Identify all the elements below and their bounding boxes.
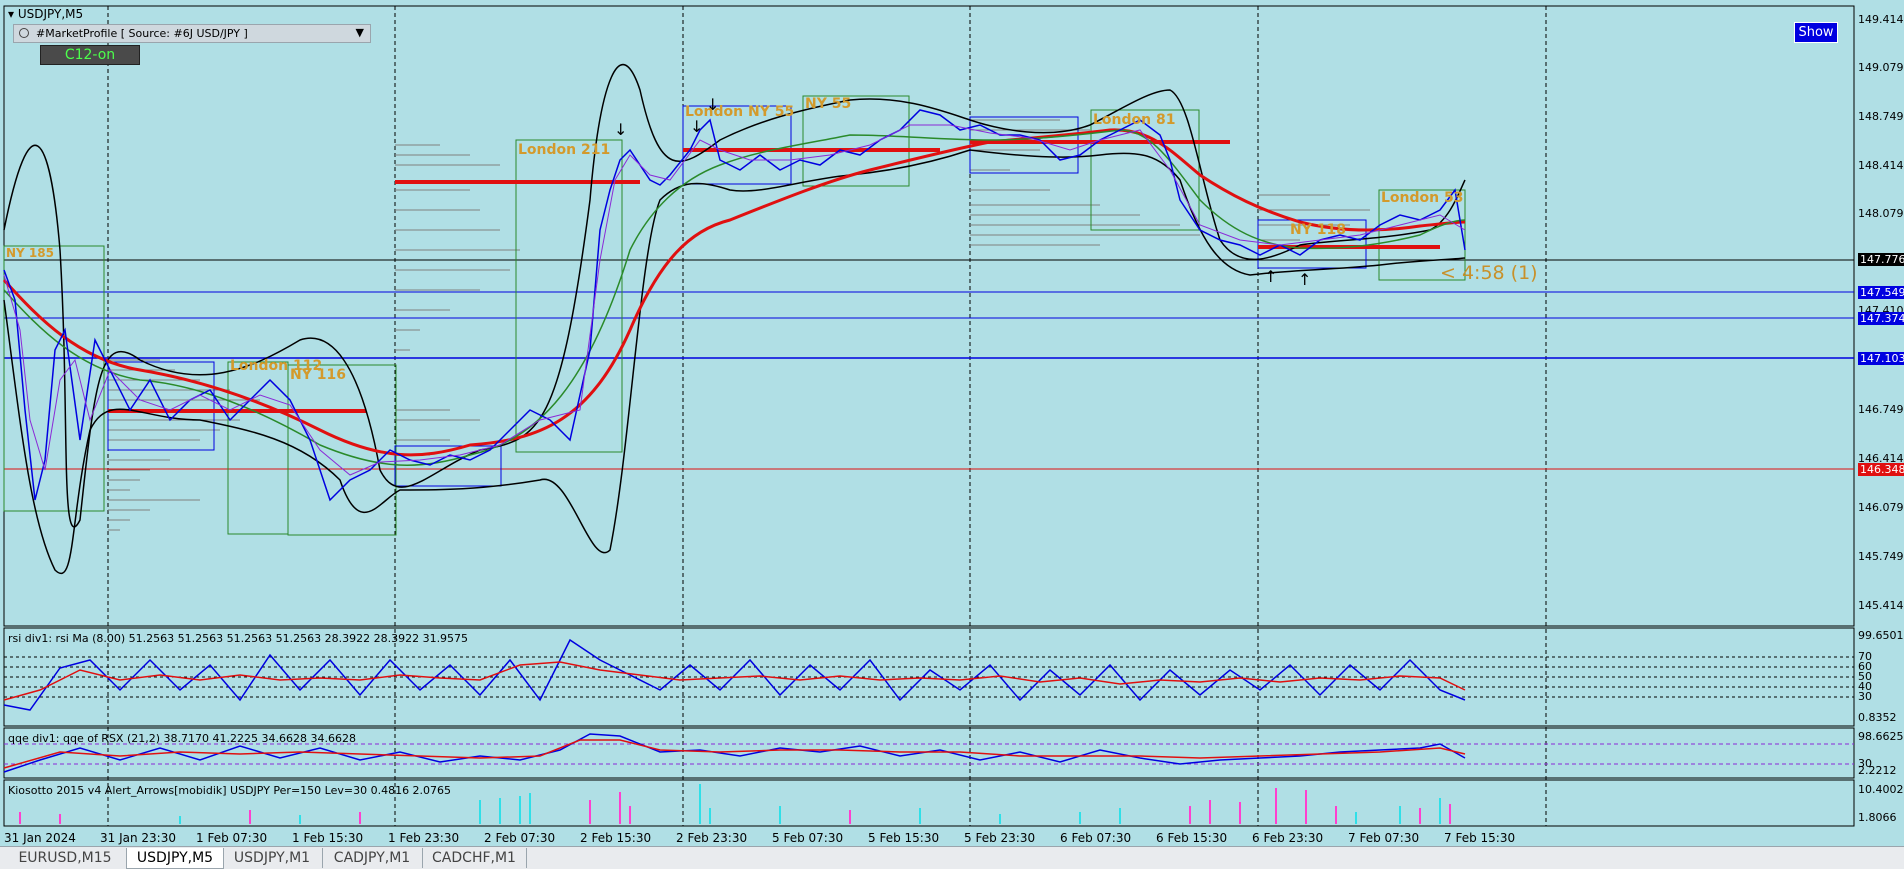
svg-text:↑: ↑ (1298, 270, 1311, 289)
show-button[interactable]: Show (1794, 22, 1838, 43)
tab-eurusd-m15[interactable]: EURUSD,M15 (4, 848, 127, 868)
time-axis-label: 6 Feb 07:30 (1060, 831, 1132, 845)
time-axis-label: 6 Feb 15:30 (1156, 831, 1228, 845)
dropdown-arrow-icon[interactable]: ▼ (356, 26, 364, 39)
session-label: London 53 (1381, 190, 1464, 206)
market-profile-indicator-bar[interactable]: #MarketProfile [ Source: #6J USD/JPY ] ▼ (13, 24, 371, 43)
symbol-title: ▾ USDJPY,M5 (8, 7, 84, 21)
price-tag-level: 147.374 (1858, 312, 1904, 325)
session-label: London NY 55 (685, 104, 795, 120)
price-axis-label: 148.079 (1858, 207, 1904, 220)
price-axis-label: 149.414 (1858, 13, 1904, 26)
price-tag-level: 147.103 (1858, 352, 1904, 365)
chart-tab-bar: EURUSD,M15 USDJPY,M5 USDJPY,M1 CADJPY,M1… (0, 846, 1904, 869)
price-axis-label: 148.414 (1858, 159, 1904, 172)
session-label: NY 116 (290, 367, 346, 383)
price-axis-label: 146.079 (1858, 501, 1904, 514)
tab-usdjpy-m1[interactable]: USDJPY,M1 (222, 848, 323, 868)
time-axis-label: 1 Feb 07:30 (196, 831, 268, 845)
kiosotto-axis-label: 1.8066 (1858, 811, 1897, 824)
time-axis-label: 7 Feb 07:30 (1348, 831, 1420, 845)
session-label: London 81 (1093, 112, 1176, 128)
chart-canvas[interactable]: ↓ ↓ ↓ ↑ ↑ (0, 0, 1904, 846)
session-label: NY 118 (1290, 222, 1346, 238)
tab-usdjpy-m5[interactable]: USDJPY,M5 (126, 848, 224, 869)
session-label: London 211 (518, 142, 611, 158)
tab-cadjpy-m1[interactable]: CADJPY,M1 (322, 848, 423, 868)
session-label: NY 55 (805, 96, 852, 112)
time-axis-label: 1 Feb 15:30 (292, 831, 364, 845)
time-axis-label: 6 Feb 23:30 (1252, 831, 1324, 845)
time-axis-label: 1 Feb 23:30 (388, 831, 460, 845)
qqe-axis-label: 98.6625 (1858, 730, 1904, 743)
price-tag-level: 147.549 (1858, 286, 1904, 299)
rsi-axis-label: 30 (1858, 690, 1872, 703)
svg-text:↑: ↑ (1264, 267, 1277, 286)
time-axis-label: 5 Feb 07:30 (772, 831, 844, 845)
price-tag-level: 146.348 (1858, 463, 1904, 476)
price-axis-label: 149.079 (1858, 61, 1904, 74)
kiosotto-axis-label: 10.4002 (1858, 783, 1904, 796)
time-axis-label: 7 Feb 15:30 (1444, 831, 1516, 845)
price-axis-label: 145.749 (1858, 550, 1904, 563)
indicator-status-icon (19, 28, 29, 38)
time-axis-label: 31 Jan 2024 (4, 831, 76, 845)
svg-text:↓: ↓ (614, 120, 627, 139)
rsi-axis-label: 99.6501 (1858, 629, 1904, 642)
qqe-axis-label: 2.2212 (1858, 764, 1897, 777)
session-label: NY 185 (6, 246, 54, 260)
time-axis-label: 2 Feb 07:30 (484, 831, 556, 845)
time-axis-label: 2 Feb 23:30 (676, 831, 748, 845)
tab-cadchf-m1[interactable]: CADCHF,M1 (422, 848, 527, 868)
indicator-bar-label: #MarketProfile [ Source: #6J USD/JPY ] (36, 27, 248, 40)
rsi-axis-label: 0.8352 (1858, 711, 1897, 724)
chart-area[interactable]: ↓ ↓ ↓ ↑ ↑ ▾ USDJPY,M5 #MarketProfile [S… (0, 0, 1904, 845)
rsi-panel-label: rsi div1: rsi Ma (8.00) 51.2563 51.2563 … (8, 632, 469, 645)
time-axis-label: 5 Feb 23:30 (964, 831, 1036, 845)
kiosotto-panel-label: Kiosotto 2015 v4 Alert_Arrows[mobidik] U… (8, 784, 452, 797)
time-axis-label: 5 Feb 15:30 (868, 831, 940, 845)
price-axis-label: 146.749 (1858, 403, 1904, 416)
bar-countdown: < 4:58 (1) (1440, 262, 1538, 284)
c12-status-badge[interactable]: C12-on (40, 45, 140, 65)
qqe-panel-label: qqe div1: qqe of RSX (21,2) 38.7170 41.2… (8, 732, 356, 745)
symbol-title-text: USDJPY,M5 (17, 7, 84, 21)
price-tag-current: 147.776 (1858, 253, 1904, 266)
price-axis-label: 145.414 (1858, 599, 1904, 612)
time-axis-label: 31 Jan 23:30 (100, 831, 176, 845)
time-axis-label: 2 Feb 15:30 (580, 831, 652, 845)
price-axis-label: 148.749 (1858, 110, 1904, 123)
